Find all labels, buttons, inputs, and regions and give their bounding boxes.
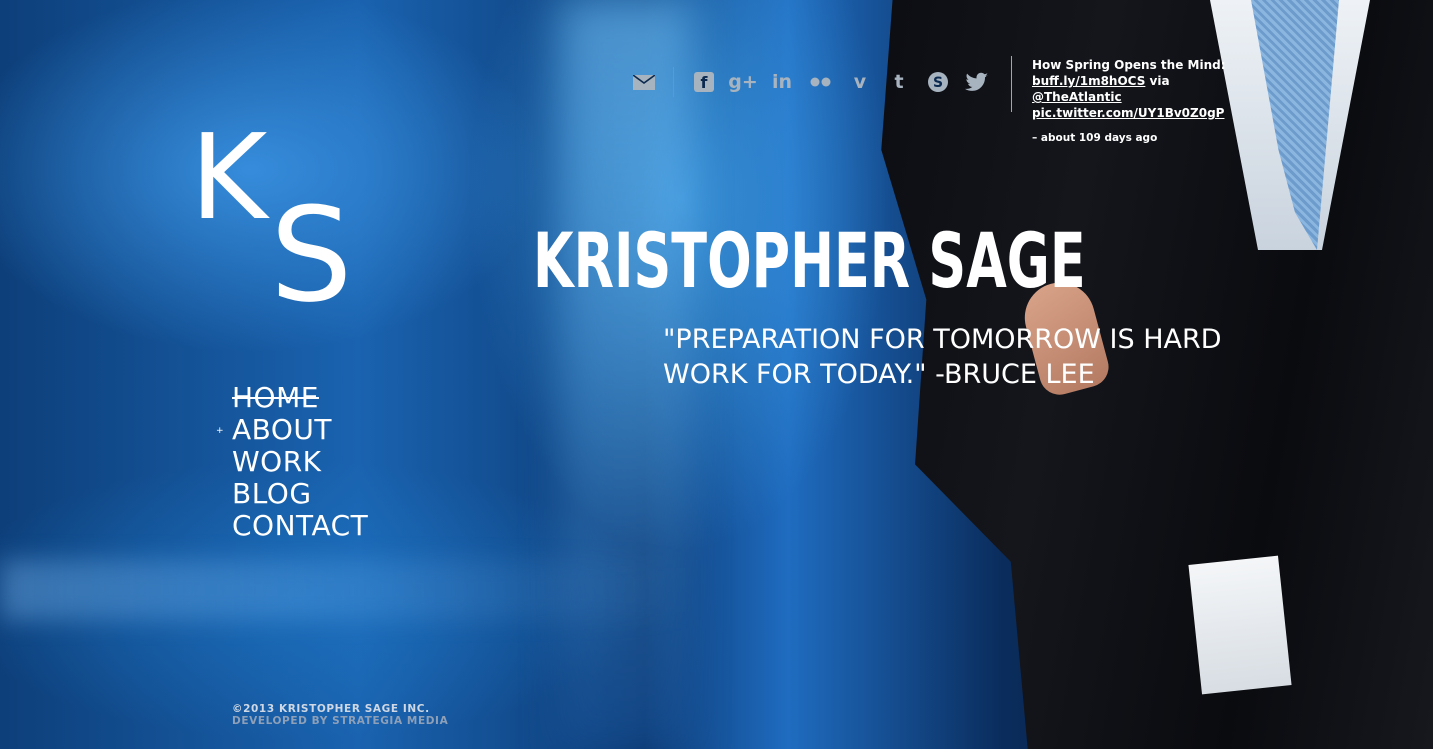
footer-developer-credit[interactable]: DEVELOPED BY STRATEGIA MEDIA [232, 715, 448, 727]
tweet-via: via [1149, 74, 1170, 88]
nav-hover-marker: + [216, 426, 224, 436]
flickr-icon[interactable] [809, 70, 833, 94]
background-light-streak [0, 560, 700, 620]
nav-work[interactable]: WORK [232, 446, 368, 478]
quote-line-2: WORK FOR TODAY." -BRUCE LEE [663, 359, 1095, 390]
hero-quote: "PREPARATION FOR TOMORROW IS HARD WORK F… [663, 322, 1263, 392]
google-plus-icon[interactable]: g+ [728, 70, 758, 94]
nav-contact[interactable]: CONTACT [232, 510, 368, 542]
email-icon[interactable] [632, 70, 656, 94]
skype-icon[interactable]: S [926, 70, 950, 94]
hero-name: KRISTOPHER SAGE [533, 216, 1086, 305]
logo-letter-k: K [190, 108, 268, 246]
nav-blog[interactable]: BLOG [232, 478, 368, 510]
vimeo-icon[interactable]: v [848, 70, 872, 94]
social-links: f g+ in v t S [632, 66, 1004, 98]
facebook-icon[interactable]: f [692, 70, 716, 94]
footer-copyright: ©2013 KRISTOPHER SAGE INC. [232, 703, 430, 715]
tweet-link-buff[interactable]: buff.ly/1m8hOCS [1032, 74, 1145, 88]
tweet-text: How Spring Opens the Mind: [1032, 58, 1226, 72]
latest-tweet: How Spring Opens the Mind: buff.ly/1m8hO… [1032, 57, 1262, 146]
footer: ©2013 KRISTOPHER SAGE INC. DEVELOPED BY … [232, 703, 448, 727]
main-nav: HOME ABOUT WORK BLOG CONTACT [232, 382, 368, 542]
shirt-cuff [1188, 555, 1292, 695]
social-divider [673, 67, 674, 97]
linkedin-icon[interactable]: in [770, 70, 794, 94]
tumblr-icon[interactable]: t [887, 70, 911, 94]
logo-letter-s: S [270, 179, 353, 331]
nav-home[interactable]: HOME [232, 382, 368, 414]
twitter-icon[interactable] [965, 70, 989, 94]
tweet-handle-link[interactable]: @TheAtlantic [1032, 90, 1122, 104]
ks-logo[interactable]: K S [190, 108, 360, 331]
svg-text:S: S [933, 75, 943, 91]
nav-about[interactable]: ABOUT [232, 414, 368, 446]
tweet-divider [1011, 56, 1012, 112]
tweet-timestamp: – about 109 days ago [1032, 132, 1158, 144]
tweet-link-pic[interactable]: pic.twitter.com/UY1Bv0Z0gP [1032, 106, 1224, 120]
quote-line-1: "PREPARATION FOR TOMORROW IS HARD [663, 324, 1222, 355]
